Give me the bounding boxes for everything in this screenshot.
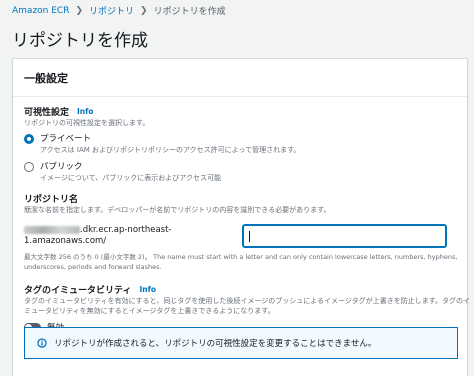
tag-immutability-label: タグのイミュータビリティ xyxy=(24,286,132,296)
visibility-info-link[interactable]: Info xyxy=(77,107,94,116)
tag-immutability-label-row: タグのイミュータビリティ Info xyxy=(24,283,457,296)
visibility-info-alert: リポジトリが作成されると、リポジトリの可視性設定を変更することはできません。 xyxy=(24,327,458,359)
repo-uri-prefix: .dkr.ecr.ap-northeast- 1.amazonaws.com/ xyxy=(24,225,234,247)
radio-public-description: イメージについて、パブリックに表示およびアクセス可能 xyxy=(40,174,221,182)
repo-name-hint: 最大文字数 256 のうち 0 (最小文字数 2)。 The name must… xyxy=(24,253,457,272)
repo-name-label: リポジトリ名 xyxy=(24,195,79,205)
radio-private-label: プライベート xyxy=(40,134,92,144)
repo-uri-line1: .dkr.ecr.ap-northeast- xyxy=(80,225,172,235)
page-title: リポジトリを作成 xyxy=(12,31,148,51)
tag-immutability-description-line1: タグのイミュータビリティを有効にすると、同じタグを使用した後続イメージのプッシュ… xyxy=(24,297,471,305)
radio-public-indicator[interactable] xyxy=(24,162,34,172)
radio-private-description: アクセスは IAM およびリポジトリポリシーのアクセス許可によって管理されます。 xyxy=(40,146,301,154)
info-circle-icon xyxy=(37,338,47,348)
tag-immutability-info-link[interactable]: Info xyxy=(139,285,156,294)
radio-public[interactable]: パブリック イメージについて、パブリックに表示およびアクセス可能 xyxy=(24,161,457,183)
visibility-label-row: 可視性設定 Info xyxy=(24,105,457,118)
radio-private-indicator[interactable] xyxy=(24,134,34,144)
radio-private[interactable]: プライベート アクセスは IAM およびリポジトリポリシーのアクセス許可によって… xyxy=(24,133,457,155)
breadcrumb-link-repositories[interactable]: リポジトリ xyxy=(89,4,134,17)
chevron-right-icon: ❯ xyxy=(140,5,148,16)
radio-public-label: パブリック xyxy=(40,162,83,172)
repo-name-description: 簡潔な名前を指定します。デベロッパーが名前でリポジトリの内容を識別できる必要があ… xyxy=(24,206,331,214)
breadcrumb: Amazon ECR ❯ リポジトリ ❯ リポジトリを作成 xyxy=(12,4,226,18)
panel-body: 可視性設定 Info リポジトリの可視性設定を選択します。 プライベート アクセ… xyxy=(24,105,471,333)
redacted-account-id xyxy=(24,225,80,234)
visibility-description: リポジトリの可視性設定を選択します。 xyxy=(24,119,150,127)
panel-title: 一般設定 xyxy=(13,59,467,97)
repo-uri-row: .dkr.ecr.ap-northeast- 1.amazonaws.com/ xyxy=(24,225,457,247)
general-settings-panel: 一般設定 可視性設定 Info リポジトリの可視性設定を選択します。 プライベー… xyxy=(12,58,471,376)
chevron-right-icon: ❯ xyxy=(75,5,84,16)
breadcrumb-current: リポジトリを作成 xyxy=(153,7,226,17)
tag-immutability-description-line2: ミュータビリティを無効にするとイメージタグを上書きできるようになります。 xyxy=(24,307,275,315)
text-caret xyxy=(249,231,250,242)
breadcrumb-link-ecr[interactable]: Amazon ECR xyxy=(12,6,69,16)
repo-uri-line2: 1.amazonaws.com/ xyxy=(24,236,107,246)
visibility-label: 可視性設定 xyxy=(24,108,70,118)
repo-name-hint-line2: underscores, periods and forward slashes… xyxy=(24,262,162,271)
repo-name-hint-line1: 最大文字数 256 のうち 0 (最小文字数 2)。 The name must… xyxy=(24,253,458,261)
alert-text: リポジトリが作成されると、リポジトリの可視性設定を変更することはできません。 xyxy=(54,339,377,349)
repo-name-input[interactable] xyxy=(243,225,446,247)
